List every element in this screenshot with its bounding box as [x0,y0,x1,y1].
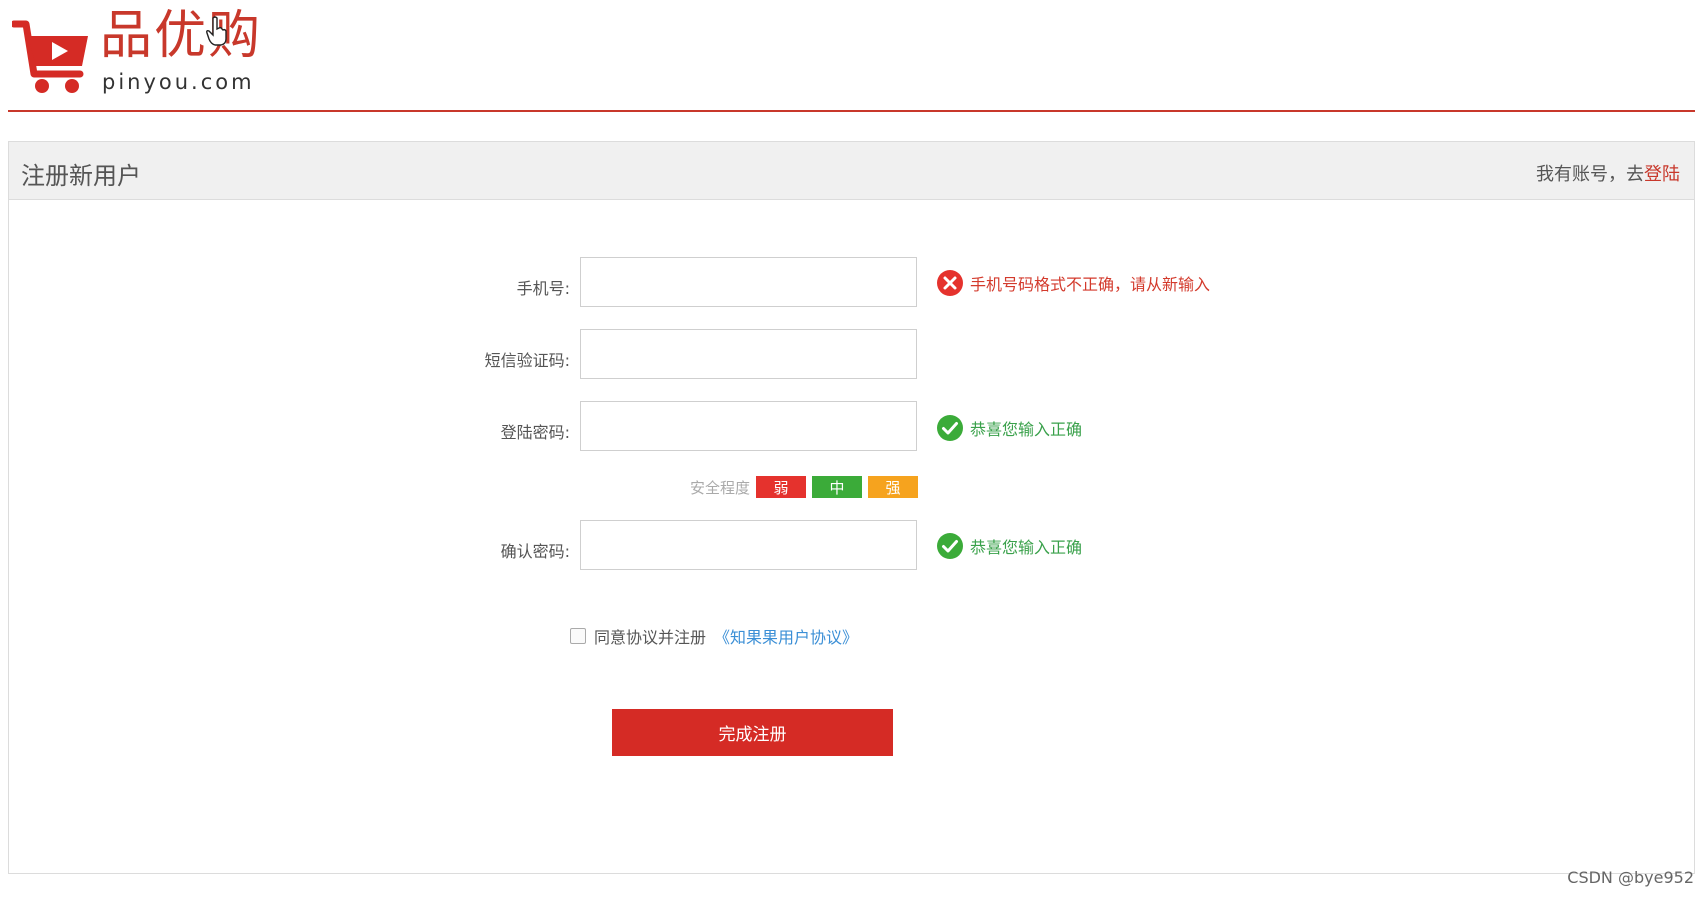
password-ok-message: 恭喜您输入正确 [936,414,1082,442]
login-prompt: 我有账号，去登陆 [1536,160,1680,186]
brand-name: 品优购 [100,6,263,66]
confirm-password-input[interactable] [580,520,917,570]
confirm-password-ok-text: 恭喜您输入正确 [970,538,1083,557]
brand-domain: pinyou.com [102,70,255,94]
complete-registration-button[interactable]: 完成注册 [612,709,893,756]
strength-label: 安全程度 [690,478,751,497]
login-link[interactable]: 登陆 [1644,164,1680,185]
strength-weak: 弱 [756,476,807,498]
strength-medium: 中 [812,476,863,498]
confirm-password-label: 确认密码: [500,542,570,561]
phone-error-text: 手机号码格式不正确，请从新输入 [970,275,1211,294]
shopping-cart-logo-icon [12,20,88,93]
password-ok-text: 恭喜您输入正确 [970,420,1083,439]
strength-strong: 强 [868,476,919,498]
agreement-row: 同意协议并注册 《知果果用户协议》 [570,624,858,648]
register-panel: 注册新用户 我有账号，去登陆 [8,141,1695,874]
agreement-checkbox[interactable] [570,628,586,644]
password-strength: 安全程度 弱 中 强 [690,476,919,498]
password-label: 登陆密码: [500,423,570,442]
agreement-link[interactable]: 《知果果用户协议》 [714,624,858,648]
phone-label: 手机号: [516,279,570,298]
site-header: 品优购 pinyou.com [8,0,1695,112]
page-title: 注册新用户 [21,162,141,190]
panel-header: 注册新用户 我有账号，去登陆 [9,142,1694,200]
sms-code-label: 短信验证码: [484,351,570,370]
login-prompt-text: 我有账号，去 [1536,164,1644,185]
watermark: CSDN @bye952 [1567,868,1694,887]
phone-error-message: 手机号码格式不正确，请从新输入 [936,269,1210,297]
check-circle-icon [937,533,963,559]
phone-input[interactable] [580,257,917,307]
agreement-text: 同意协议并注册 [594,628,707,647]
sms-code-input[interactable] [580,329,917,379]
confirm-password-ok-message: 恭喜您输入正确 [936,532,1082,560]
hand-cursor-icon [206,16,227,46]
password-input[interactable] [580,401,917,451]
error-x-icon [937,270,963,296]
check-circle-icon [937,415,963,441]
